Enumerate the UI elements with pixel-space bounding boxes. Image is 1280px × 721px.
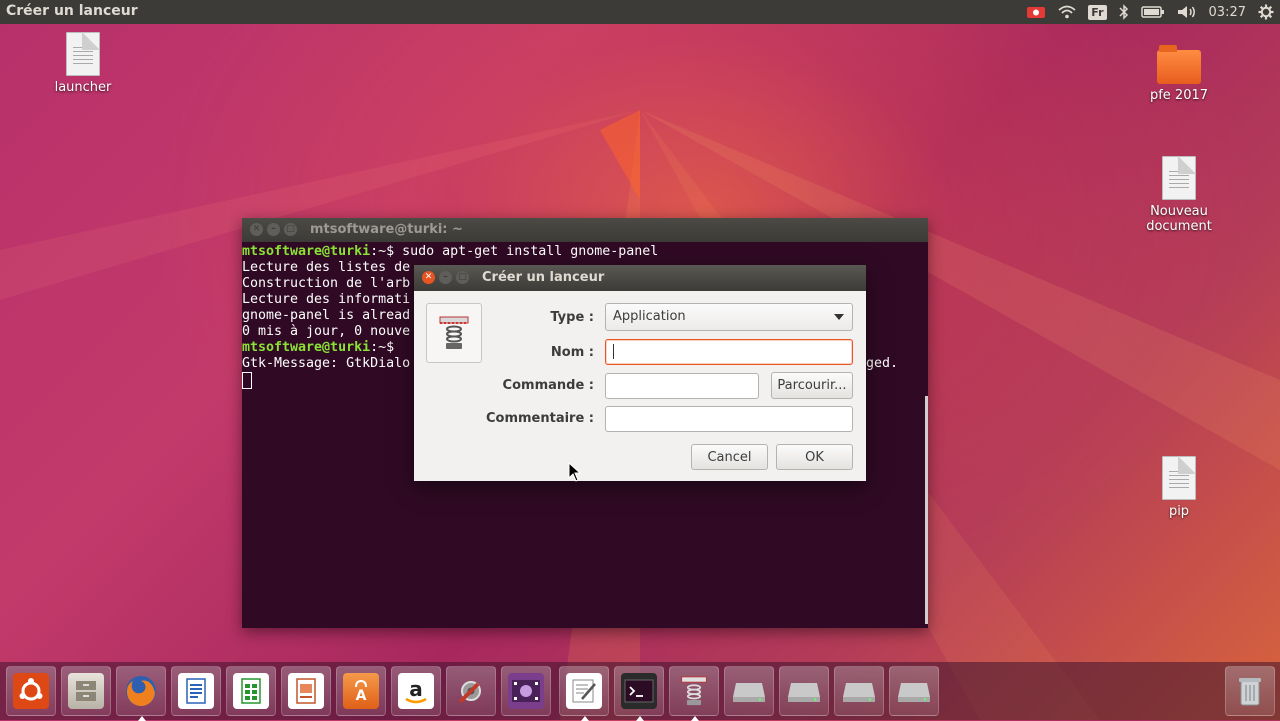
document-icon (66, 32, 100, 76)
spring-launcher-icon (676, 673, 712, 709)
close-icon[interactable]: ✕ (422, 271, 435, 284)
browse-button[interactable]: Parcourir... (771, 372, 853, 399)
keyboard-layout-indicator[interactable]: Fr (1082, 0, 1112, 24)
desktop-icon-pip[interactable]: pip (1119, 456, 1239, 519)
dialog-title: Créer un lanceur (482, 270, 605, 285)
create-launcher-dialog[interactable]: ✕ – □ Créer un lanceur Type : Applicatio… (414, 265, 866, 481)
drive-icon (786, 673, 822, 709)
drive-icon (841, 673, 877, 709)
volume-icon[interactable] (1171, 0, 1203, 24)
firefox-icon (123, 673, 159, 709)
dock-item-drive-1[interactable] (724, 666, 774, 716)
minimize-icon[interactable]: – (439, 271, 452, 284)
bluetooth-icon[interactable] (1113, 0, 1135, 24)
drive-icon (731, 673, 767, 709)
name-input[interactable] (605, 339, 853, 365)
gear-icon[interactable] (1252, 0, 1280, 24)
amazon-icon: a (398, 673, 434, 709)
terminal-overflow-text: ged. (866, 356, 899, 371)
terminal-line: mtsoftware@turki:~$ sudo apt-get install… (242, 244, 659, 259)
ubuntu-logo-icon (13, 673, 49, 709)
dock-item-system-settings[interactable] (446, 666, 496, 716)
cancel-button[interactable]: Cancel (691, 444, 768, 470)
dock-item-amazon[interactable]: a (391, 666, 441, 716)
settings-icon (453, 673, 489, 709)
terminal-icon (621, 673, 657, 709)
desktop-icon-label: launcher (54, 80, 112, 95)
text-editor-icon (566, 673, 602, 709)
close-icon[interactable]: ✕ (250, 223, 263, 236)
dock-item-firefox[interactable] (116, 666, 166, 721)
dialog-titlebar[interactable]: ✕ – □ Créer un lanceur (414, 265, 866, 291)
film-icon (508, 673, 544, 709)
active-window-title: Créer un lanceur (6, 3, 138, 19)
folder-icon (1157, 45, 1201, 84)
document-icon (1162, 456, 1196, 500)
minimize-icon[interactable]: – (267, 223, 280, 236)
desktop-icon-launcher[interactable]: launcher (23, 32, 143, 95)
desktop-icon-nouveau-document[interactable]: Nouveau document (1119, 156, 1239, 234)
dock-item-software-center[interactable]: A (336, 666, 386, 716)
type-label: Type : (550, 310, 594, 325)
svg-text:a: a (409, 677, 423, 701)
terminal-cursor (242, 372, 252, 389)
dock-item-drive-2[interactable] (779, 666, 829, 716)
name-label: Nom : (550, 345, 594, 360)
calc-icon (233, 673, 269, 709)
dock-item-files[interactable] (61, 666, 111, 716)
chevron-down-icon (834, 314, 844, 320)
svg-text:A: A (356, 688, 367, 704)
ok-button[interactable]: OK (776, 444, 853, 470)
running-indicator (581, 716, 589, 721)
comment-input[interactable] (605, 406, 853, 432)
dock-item-drive-4[interactable] (889, 666, 939, 716)
file-cabinet-icon (68, 673, 104, 709)
dock-item-text-editor[interactable] (559, 666, 609, 721)
desktop-icon-pfe-2017[interactable]: pfe 2017 (1119, 45, 1239, 103)
terminal-title: mtsoftware@turki: ~ (310, 222, 463, 237)
drive-icon (896, 673, 932, 709)
type-combobox[interactable]: Application (605, 303, 853, 331)
dock-item-ubuntu-dash[interactable] (6, 666, 56, 716)
document-icon (1162, 156, 1196, 200)
top-panel: Créer un lanceur Fr 03:27 (0, 0, 1280, 24)
dock-item-video[interactable] (501, 666, 551, 716)
trash-icon (1232, 673, 1268, 709)
writer-icon (178, 673, 214, 709)
comment-label: Commentaire : (485, 411, 594, 426)
impress-icon (288, 673, 324, 709)
dock-item-calc[interactable] (226, 666, 276, 716)
command-input[interactable] (605, 373, 759, 399)
dock-item-trash[interactable] (1225, 666, 1275, 716)
desktop-icon-label: pfe 2017 (1149, 88, 1209, 103)
dock-item-launcher-creator[interactable] (669, 666, 719, 721)
maximize-icon[interactable]: □ (456, 271, 469, 284)
running-indicator (636, 716, 644, 721)
type-selected-value: Application (613, 309, 686, 324)
launcher-dock: A a (0, 662, 1280, 721)
desktop-icon-label: Nouveau document (1146, 204, 1212, 234)
text-caret (613, 344, 614, 359)
clock[interactable]: 03:27 (1203, 0, 1252, 24)
dock-item-terminal[interactable] (614, 666, 664, 721)
running-indicator (138, 716, 146, 721)
maximize-icon[interactable]: □ (284, 223, 297, 236)
terminal-scrollbar[interactable] (925, 396, 928, 624)
dock-item-drive-3[interactable] (834, 666, 884, 716)
mouse-pointer-icon (568, 462, 582, 482)
running-indicator (691, 716, 699, 721)
system-tray: Fr 03:27 (1020, 0, 1280, 24)
terminal-titlebar[interactable]: ✕ – □ mtsoftware@turki: ~ (242, 218, 928, 242)
shopping-bag-icon: A (343, 673, 379, 709)
desktop-icon-label: pip (1168, 504, 1190, 519)
camera-indicator-icon[interactable] (1020, 0, 1052, 24)
wifi-icon[interactable] (1052, 0, 1082, 24)
battery-icon[interactable] (1135, 0, 1171, 24)
dock-item-writer[interactable] (171, 666, 221, 716)
dock-item-impress[interactable] (281, 666, 331, 716)
command-label: Commande : (502, 378, 594, 393)
keyboard-layout-label: Fr (1088, 4, 1107, 20)
